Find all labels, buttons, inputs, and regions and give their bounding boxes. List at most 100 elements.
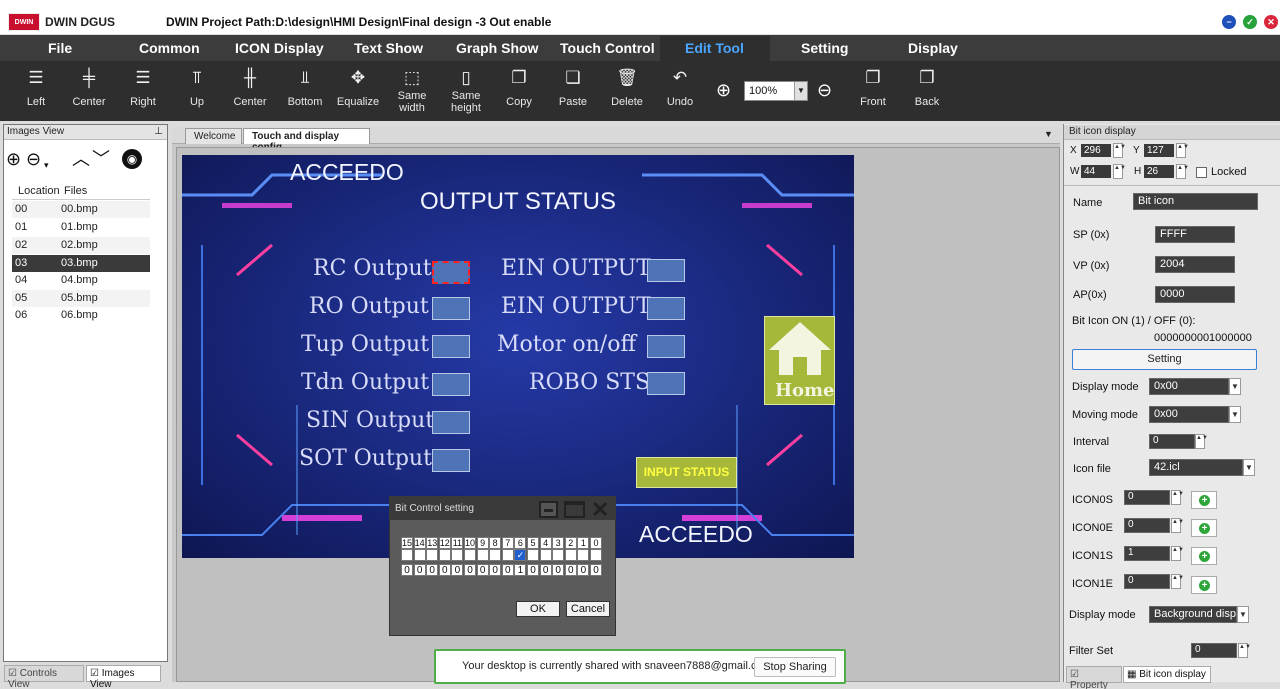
tab-welcome[interactable]: Welcome (185, 128, 242, 144)
vp-field[interactable]: 2004 (1155, 256, 1235, 273)
bit-icon[interactable] (647, 372, 685, 395)
icon1e-add-button[interactable]: + (1191, 576, 1217, 594)
bit-checkbox[interactable] (501, 549, 514, 561)
bit-checkbox-checked[interactable]: ✓ (514, 549, 527, 561)
file-row[interactable]: 06 06.bmp (12, 307, 150, 324)
bit-icon[interactable] (432, 411, 470, 434)
dialog-close-button[interactable]: ✕ (591, 497, 609, 523)
delete-button[interactable]: 🗑 Delete (600, 66, 654, 108)
bit-icon[interactable] (432, 373, 470, 396)
send-back-button[interactable]: ❒ Back (900, 66, 954, 108)
chevron-down-icon[interactable]: ▼ (1237, 606, 1249, 623)
remove-icon[interactable]: ⊖ (26, 149, 41, 169)
align-bottom-button[interactable]: ⫫ Bottom (278, 66, 332, 108)
align-center-button[interactable]: ╪ Center (62, 66, 116, 108)
tabs-dropdown-icon[interactable]: ▼ (1044, 129, 1053, 139)
zoom-in-icon[interactable]: ⊕ (716, 80, 731, 101)
bit-checkbox[interactable] (426, 549, 439, 561)
minimize-button[interactable]: − (1222, 15, 1236, 29)
name-field[interactable]: Bit icon (1133, 193, 1258, 210)
maximize-button[interactable]: ✓ (1243, 15, 1257, 29)
ap-field[interactable]: 0000 (1155, 286, 1235, 303)
move-down-icon[interactable]: ﹀ (92, 149, 110, 169)
bit-checkbox[interactable] (438, 549, 451, 561)
interval-field[interactable]: 0 (1149, 434, 1195, 449)
menu-icon-display[interactable]: ICON Display (235, 40, 324, 56)
chevron-down-icon[interactable]: ▼ (1229, 406, 1241, 423)
close-button[interactable]: ✕ (1264, 15, 1278, 29)
bit-icon-selected[interactable] (432, 261, 470, 284)
tab-touch-display-config[interactable]: Touch and display config (243, 128, 370, 153)
menu-touch-control[interactable]: Touch Control (560, 40, 655, 56)
same-height-button[interactable]: ▯ Same height (439, 66, 493, 114)
bit-icon[interactable] (432, 297, 470, 320)
y-spinner[interactable]: ▲▼ (1176, 143, 1189, 158)
chevron-down-icon[interactable]: ▼ (1229, 378, 1241, 395)
icon1s-add-button[interactable]: + (1191, 547, 1217, 565)
bit-icon[interactable] (647, 297, 685, 320)
add-icon[interactable]: ⊕ (6, 149, 21, 169)
tab-bit-icon-display[interactable]: ▦ Bit icon display (1123, 666, 1211, 683)
bit-icon[interactable] (432, 335, 470, 358)
bit-checkbox[interactable] (464, 549, 476, 561)
align-right-button[interactable]: ☰ Right (116, 66, 170, 108)
bit-checkbox[interactable] (590, 549, 602, 561)
home-button[interactable]: Home (764, 316, 835, 405)
chevron-down-icon[interactable]: ▼ (1243, 459, 1255, 476)
file-row[interactable]: 04 04.bmp (12, 272, 150, 289)
w-field[interactable]: 44 (1081, 165, 1111, 178)
locked-checkbox[interactable] (1196, 167, 1207, 178)
ok-button[interactable]: OK (516, 601, 560, 617)
h-spinner[interactable]: ▲▼ (1176, 164, 1189, 179)
preview-eye-icon[interactable]: ◉ (122, 149, 142, 169)
bit-checkbox[interactable] (401, 549, 413, 561)
align-middle-button[interactable]: ╫ Center (223, 66, 277, 108)
bit-checkbox[interactable] (552, 549, 565, 561)
bit-checkbox[interactable] (564, 549, 577, 561)
tab-controls-view[interactable]: ☑ Controls View (4, 665, 84, 689)
file-row[interactable]: 05 05.bmp (12, 290, 150, 307)
tab-property[interactable]: ☑ Property (1066, 666, 1122, 689)
file-row-selected[interactable]: 03 03.bmp (12, 255, 150, 272)
icon0s-spinner[interactable]: ▲▼ (1171, 490, 1184, 505)
icon0e-field[interactable]: 0 (1124, 518, 1170, 533)
bit-checkbox[interactable] (413, 549, 426, 561)
bit-checkbox[interactable] (476, 549, 489, 561)
icon1e-field[interactable]: 0 (1124, 574, 1170, 589)
chevron-down-icon[interactable]: ▼ (794, 82, 807, 100)
filter-set-field[interactable]: 0 (1191, 643, 1237, 658)
filter-set-spinner[interactable]: ▲▼ (1238, 643, 1251, 658)
move-up-icon[interactable]: ︿ (72, 149, 90, 169)
paste-button[interactable]: ❏ Paste (546, 66, 600, 108)
bit-checkbox[interactable] (527, 549, 539, 561)
w-spinner[interactable]: ▲▼ (1113, 164, 1126, 179)
bit-checkbox[interactable] (577, 549, 590, 561)
file-row[interactable]: 00 00.bmp (12, 201, 150, 218)
icon0s-add-button[interactable]: + (1191, 491, 1217, 509)
icon1e-spinner[interactable]: ▲▼ (1171, 574, 1184, 589)
menu-graph-show[interactable]: Graph Show (456, 40, 538, 56)
moving-mode-select[interactable]: 0x00 (1149, 406, 1229, 423)
file-row[interactable]: 02 02.bmp (12, 237, 150, 254)
bit-icon[interactable] (432, 449, 470, 472)
menu-text-show[interactable]: Text Show (354, 40, 423, 56)
x-field[interactable]: 296 (1081, 144, 1111, 157)
input-status-button[interactable]: INPUT STATUS (636, 457, 737, 488)
interval-spinner[interactable]: ▲▼ (1195, 434, 1208, 449)
undo-button[interactable]: ↶ Undo (653, 66, 707, 108)
same-width-button[interactable]: ⬚ Same width (385, 66, 439, 114)
stop-sharing-button[interactable]: Stop Sharing (754, 657, 836, 677)
menu-common[interactable]: Common (139, 40, 200, 56)
h-field[interactable]: 26 (1144, 165, 1174, 178)
bring-front-button[interactable]: ❐ Front (846, 66, 900, 108)
display-mode-select[interactable]: 0x00 (1149, 378, 1229, 395)
align-left-button[interactable]: ☰ Left (9, 66, 63, 108)
equalize-button[interactable]: ✥ Equalize (331, 66, 385, 108)
menu-display[interactable]: Display (908, 40, 958, 56)
zoom-out-icon[interactable]: ⊖ (817, 80, 832, 101)
chevron-down-icon[interactable]: ▾ (44, 155, 49, 175)
icon0s-field[interactable]: 0 (1124, 490, 1170, 505)
file-row[interactable]: 01 01.bmp (12, 219, 150, 236)
align-up-button[interactable]: ⫪ Up (170, 66, 224, 108)
sp-field[interactable]: FFFF (1155, 226, 1235, 243)
